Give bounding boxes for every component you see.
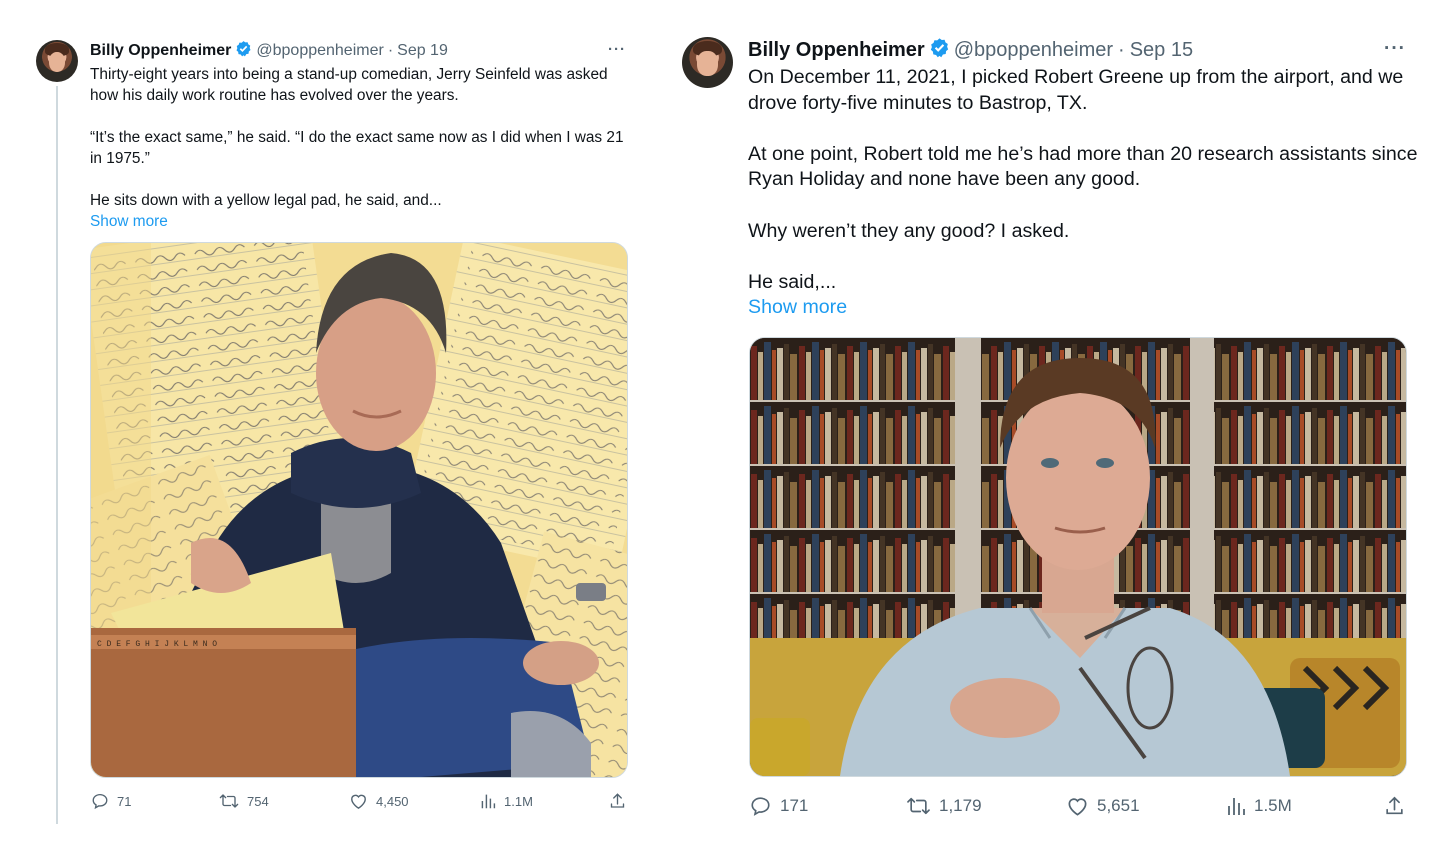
author-name[interactable]: Billy Oppenheimer (748, 39, 925, 62)
more-options-icon[interactable]: ··· (1384, 38, 1406, 60)
reply-icon (751, 797, 770, 816)
analytics-icon (481, 794, 496, 809)
reply-count: 71 (117, 793, 132, 809)
tweet-text: On December 11, 2021, I picked Robert Gr… (748, 65, 1428, 321)
retweet-count: 1,179 (939, 796, 982, 815)
tweet-text: Thirty-eight years into being a stand-up… (90, 64, 635, 232)
more-options-icon[interactable]: ··· (608, 41, 626, 58)
share-button[interactable] (1384, 795, 1405, 817)
tweet-paragraph: Thirty-eight years into being a stand-up… (90, 66, 608, 104)
thread-line (56, 86, 58, 824)
index-tab-letters: C D E F G H I J K L M N O (97, 640, 217, 649)
author-avatar[interactable] (682, 37, 733, 88)
view-count: 1.1M (504, 793, 533, 809)
seinfeld-photo: C D E F G H I J K L M N O (91, 243, 627, 777)
reply-icon (92, 793, 108, 810)
tweet-date[interactable]: Sep 19 (397, 42, 448, 60)
author-handle[interactable]: @bpoppenheimer (954, 39, 1113, 62)
like-button[interactable]: 5,651 (1066, 795, 1140, 817)
tweet-paragraph: He sits down with a yellow legal pad, he… (90, 192, 442, 209)
tweet-image-robert-greene[interactable] (749, 337, 1407, 777)
analytics-icon (1228, 798, 1245, 815)
like-count: 4,450 (376, 793, 409, 809)
tweet-header: Billy Oppenheimer @bpoppenheimer · Sep 1… (90, 41, 448, 61)
view-count: 1.5M (1254, 796, 1292, 815)
heart-icon (1068, 798, 1087, 816)
tweet-paragraph: “It’s the exact same,” he said. “I do th… (90, 129, 624, 167)
author-handle[interactable]: @bpoppenheimer (256, 42, 383, 60)
tweet-paragraph: At one point, Robert told me he’s had mo… (748, 142, 1418, 191)
reply-button[interactable]: 171 (749, 795, 808, 817)
tweet-seinfeld[interactable]: Billy Oppenheimer @bpoppenheimer · Sep 1… (0, 0, 660, 861)
retweet-button[interactable]: 1,179 (906, 795, 982, 817)
show-more-link[interactable]: Show more (90, 211, 635, 232)
retweet-icon (907, 797, 930, 815)
author-name[interactable]: Billy Oppenheimer (90, 42, 231, 60)
like-button[interactable]: 4,450 (349, 792, 409, 810)
author-avatar[interactable] (36, 40, 78, 82)
share-icon (610, 793, 625, 808)
tweet-robert-greene[interactable]: Billy Oppenheimer @bpoppenheimer · Sep 1… (660, 0, 1456, 861)
tweet-header: Billy Oppenheimer @bpoppenheimer · Sep 1… (748, 37, 1193, 64)
share-icon (1386, 796, 1403, 815)
tweet-paragraph: On December 11, 2021, I picked Robert Gr… (748, 66, 1404, 114)
separator-dot: · (387, 42, 394, 59)
like-count: 5,651 (1097, 796, 1140, 815)
retweet-icon (219, 794, 239, 808)
separator-dot: · (1118, 38, 1125, 61)
retweet-button[interactable]: 754 (219, 792, 269, 810)
views-button[interactable]: 1.5M (1226, 795, 1292, 817)
tweet-paragraph: He said,... (748, 270, 837, 293)
reply-button[interactable]: 71 (91, 792, 131, 810)
verified-badge-icon (929, 37, 950, 64)
reply-count: 171 (780, 796, 809, 815)
retweet-count: 754 (247, 793, 269, 809)
heart-icon (351, 794, 366, 809)
tweet-image-seinfeld[interactable]: C D E F G H I J K L M N O (90, 242, 628, 778)
verified-badge-icon (235, 40, 252, 62)
show-more-link[interactable]: Show more (748, 295, 1428, 321)
tweet-date[interactable]: Sep 15 (1130, 39, 1193, 62)
share-button[interactable] (609, 792, 626, 810)
robert-greene-photo (750, 338, 1406, 776)
tweet-paragraph: Why weren’t they any good? I asked. (748, 219, 1070, 242)
views-button[interactable]: 1.1M (480, 792, 533, 810)
